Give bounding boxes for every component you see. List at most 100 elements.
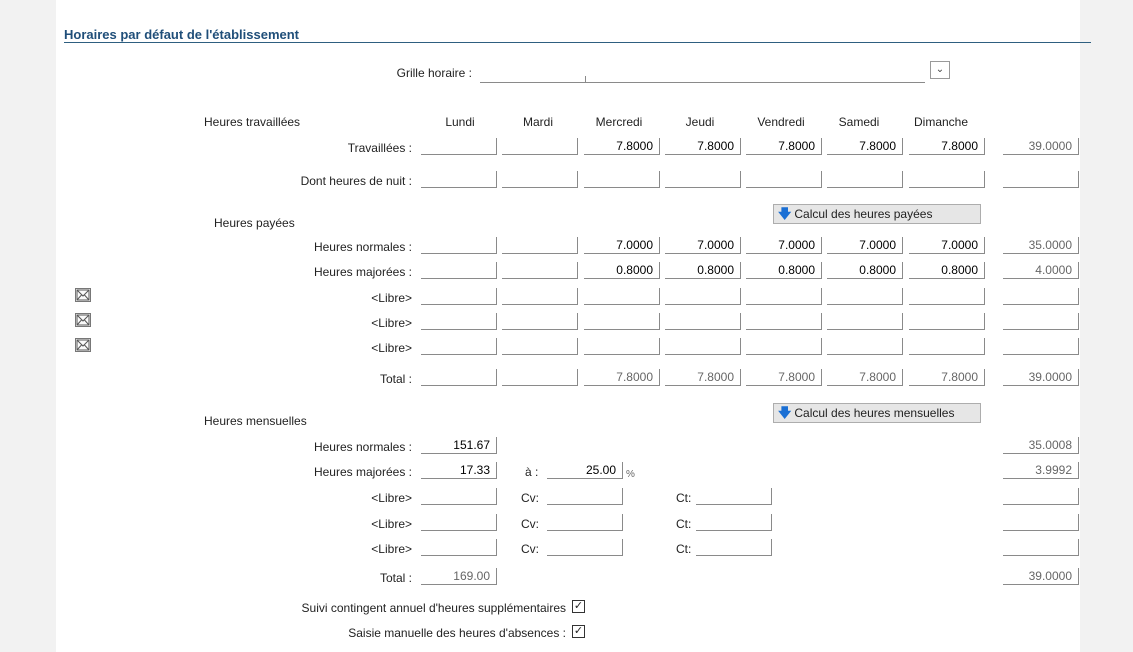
- monthly-majorees-field[interactable]: 17.33: [421, 462, 497, 479]
- absences-checkbox[interactable]: ✓: [572, 625, 585, 638]
- paid-cell[interactable]: [746, 313, 822, 330]
- paid-cell[interactable]: [421, 338, 497, 355]
- paid-cell[interactable]: 0.8000: [584, 262, 660, 279]
- paid-cell[interactable]: [421, 288, 497, 305]
- monthly-total-label: Total :: [379, 571, 412, 585]
- cv-field[interactable]: [547, 539, 623, 556]
- cv-field[interactable]: [547, 488, 623, 505]
- ct-field[interactable]: [696, 539, 772, 556]
- paid-cell[interactable]: [502, 338, 578, 355]
- paid-cell[interactable]: [665, 288, 741, 305]
- cv-label: Cv:: [521, 491, 539, 505]
- day-header: Vendredi: [757, 115, 805, 129]
- paid-cell[interactable]: [665, 313, 741, 330]
- monthly-libre-field[interactable]: [421, 539, 497, 556]
- paid-row-label: <Libre>: [371, 341, 412, 355]
- rate-field[interactable]: 25.00: [547, 462, 623, 479]
- monthly-libre-label: <Libre>: [371, 542, 412, 556]
- calc-paid-label: Calcul des heures payées: [794, 207, 933, 221]
- monthly-libre-total: [1003, 514, 1079, 531]
- envelope-icon[interactable]: [75, 288, 91, 302]
- worked-cell[interactable]: [502, 138, 578, 155]
- calc-monthly-button[interactable]: 🡇 Calcul des heures mensuelles: [773, 403, 981, 423]
- grille-tick: [585, 76, 586, 82]
- paid-cell[interactable]: [421, 237, 497, 254]
- paid-cell[interactable]: [746, 288, 822, 305]
- worked-cell[interactable]: [421, 171, 497, 188]
- paid-cell[interactable]: [584, 313, 660, 330]
- paid-cell[interactable]: [665, 338, 741, 355]
- paid-cell[interactable]: [746, 338, 822, 355]
- paid-row-total: 39.0000: [1003, 369, 1079, 386]
- grille-select[interactable]: [480, 64, 925, 82]
- cv-label: Cv:: [521, 517, 539, 531]
- day-header: Samedi: [838, 115, 880, 129]
- envelope-icon[interactable]: [75, 338, 91, 352]
- paid-cell: 7.8000: [827, 369, 903, 386]
- paid-cell[interactable]: [909, 313, 985, 330]
- paid-cell[interactable]: [502, 262, 578, 279]
- worked-cell[interactable]: 7.8000: [909, 138, 985, 155]
- paid-row-total: 4.0000: [1003, 262, 1079, 279]
- monthly-libre-field[interactable]: [421, 488, 497, 505]
- paid-cell[interactable]: 7.0000: [665, 237, 741, 254]
- paid-cell[interactable]: [827, 338, 903, 355]
- monthly-normales-label: Heures normales :: [313, 440, 412, 454]
- chevron-down-icon[interactable]: ⌄: [930, 61, 950, 79]
- monthly-heading: Heures mensuelles: [204, 414, 307, 428]
- arrow-down-icon: 🡇: [778, 206, 792, 221]
- paid-cell[interactable]: [827, 313, 903, 330]
- paid-cell[interactable]: [502, 237, 578, 254]
- paid-cell[interactable]: 0.8000: [746, 262, 822, 279]
- paid-cell[interactable]: [584, 288, 660, 305]
- cv-field[interactable]: [547, 514, 623, 531]
- monthly-normales-total: 35.0008: [1003, 437, 1079, 454]
- contingent-label: Suivi contingent annuel d'heures supplém…: [301, 601, 566, 615]
- ct-field[interactable]: [696, 514, 772, 531]
- paid-cell[interactable]: 7.0000: [909, 237, 985, 254]
- worked-cell[interactable]: [421, 138, 497, 155]
- monthly-total-field: 169.00: [421, 568, 497, 585]
- envelope-icon[interactable]: [75, 313, 91, 327]
- worked-cell[interactable]: 7.8000: [746, 138, 822, 155]
- paid-cell[interactable]: [909, 288, 985, 305]
- paid-cell[interactable]: [421, 313, 497, 330]
- monthly-libre-total: [1003, 539, 1079, 556]
- monthly-libre-field[interactable]: [421, 514, 497, 531]
- paid-cell[interactable]: [502, 313, 578, 330]
- paid-cell[interactable]: 7.0000: [746, 237, 822, 254]
- ct-label: Ct:: [676, 542, 692, 556]
- paid-cell: 7.8000: [584, 369, 660, 386]
- cv-label: Cv:: [521, 542, 539, 556]
- paid-cell[interactable]: [584, 338, 660, 355]
- paid-cell: 7.8000: [909, 369, 985, 386]
- paid-cell[interactable]: [909, 338, 985, 355]
- calc-paid-button[interactable]: 🡇 Calcul des heures payées: [773, 204, 981, 224]
- worked-cell[interactable]: [584, 171, 660, 188]
- paid-cell[interactable]: 0.8000: [909, 262, 985, 279]
- paid-cell[interactable]: 0.8000: [665, 262, 741, 279]
- worked-row-label: Dont heures de nuit :: [300, 174, 412, 188]
- worked-cell[interactable]: 7.8000: [827, 138, 903, 155]
- paid-cell[interactable]: 7.0000: [584, 237, 660, 254]
- grille-underline: [480, 82, 925, 83]
- worked-cell[interactable]: [909, 171, 985, 188]
- paid-cell[interactable]: [827, 288, 903, 305]
- worked-cell[interactable]: 7.8000: [584, 138, 660, 155]
- contingent-checkbox[interactable]: ✓: [572, 600, 585, 613]
- paid-cell[interactable]: 7.0000: [827, 237, 903, 254]
- paid-cell: [421, 369, 497, 386]
- paid-row-label: Heures normales :: [313, 240, 412, 254]
- paid-cell[interactable]: [421, 262, 497, 279]
- worked-cell[interactable]: [665, 171, 741, 188]
- worked-cell[interactable]: 7.8000: [665, 138, 741, 155]
- worked-cell[interactable]: [827, 171, 903, 188]
- absences-label: Saisie manuelle des heures d'absences :: [348, 626, 566, 640]
- paid-cell[interactable]: 0.8000: [827, 262, 903, 279]
- paid-cell[interactable]: [502, 288, 578, 305]
- day-header: Lundi: [445, 115, 475, 129]
- ct-field[interactable]: [696, 488, 772, 505]
- monthly-normales-field[interactable]: 151.67: [421, 437, 497, 454]
- worked-cell[interactable]: [746, 171, 822, 188]
- worked-cell[interactable]: [502, 171, 578, 188]
